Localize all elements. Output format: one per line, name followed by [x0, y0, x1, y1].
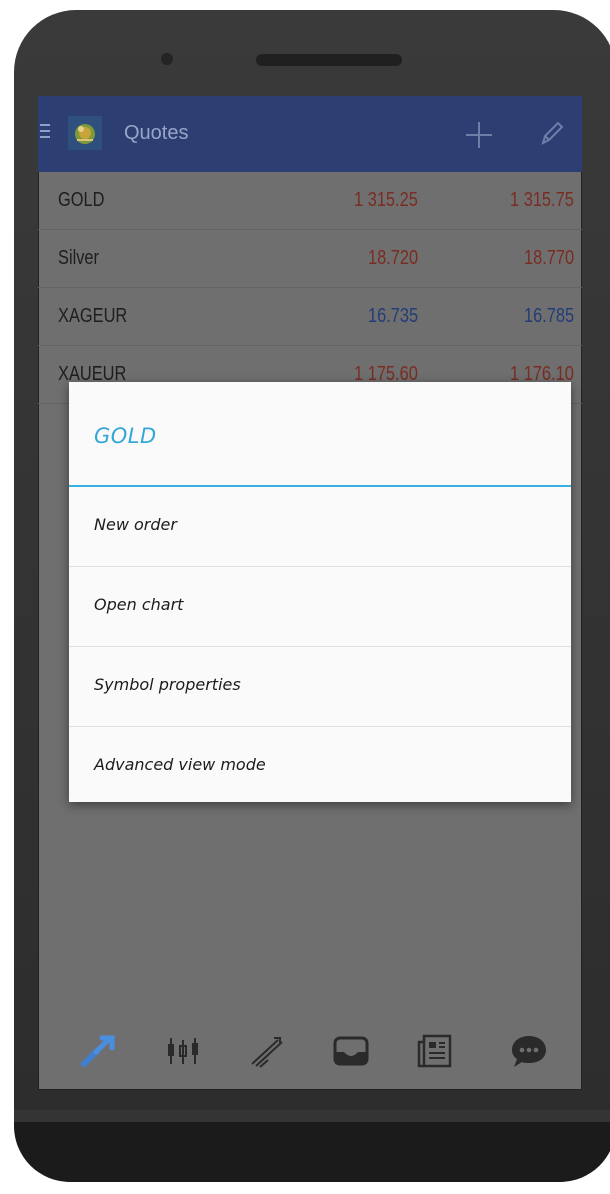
page-title: Quotes [124, 122, 189, 144]
quote-ask: 16.785 [523, 305, 574, 327]
edit-pencil-icon[interactable] [534, 116, 568, 150]
quote-ask: 1 315.75 [510, 189, 574, 211]
menu-item-label: Advanced view mode [94, 755, 266, 774]
menu-item-label: New order [94, 515, 177, 534]
quote-bid: 16.735 [367, 305, 418, 327]
dialog-title: GOLD [94, 424, 157, 448]
app-logo-icon[interactable] [68, 116, 102, 150]
chat-icon[interactable] [508, 1030, 550, 1072]
quote-bid: 1 315.25 [354, 189, 418, 211]
bottom-bezel [14, 1110, 610, 1122]
quote-symbol: GOLD [58, 189, 105, 211]
news-icon[interactable] [414, 1030, 456, 1072]
quote-row-silver[interactable]: Silver 18.720 18.770 [38, 230, 582, 288]
bottom-navigation [38, 1016, 582, 1090]
trade-icon[interactable] [246, 1030, 288, 1072]
quotes-list: GOLD 1 315.25 1 315.75 Silver 18.720 18.… [38, 172, 582, 404]
add-symbol-icon[interactable] [462, 118, 496, 152]
quote-bid: 18.720 [367, 247, 418, 269]
quote-symbol: Silver [58, 247, 100, 269]
quote-row-gold[interactable]: GOLD 1 315.25 1 315.75 [38, 172, 582, 230]
quote-ask: 18.770 [523, 247, 574, 269]
menu-item-label: Open chart [94, 595, 184, 614]
phone-chin [14, 1122, 610, 1182]
symbol-context-dialog: GOLD New order Open chart Symbol propert… [69, 382, 571, 802]
symbol-properties-menu-item[interactable]: Symbol properties [69, 647, 571, 727]
new-order-menu-item[interactable]: New order [69, 487, 571, 567]
hamburger-menu-icon[interactable] [40, 124, 50, 140]
quotes-icon[interactable] [78, 1030, 120, 1072]
quote-symbol: XAGEUR [58, 305, 128, 327]
earpiece-speaker [256, 54, 402, 66]
front-camera [161, 53, 173, 65]
menu-item-label: Symbol properties [94, 675, 241, 694]
app-bar: Quotes [38, 96, 582, 172]
history-icon[interactable] [330, 1030, 372, 1072]
quote-row-xageur[interactable]: XAGEUR 16.735 16.785 [38, 288, 582, 346]
open-chart-menu-item[interactable]: Open chart [69, 567, 571, 647]
chart-icon[interactable] [162, 1030, 204, 1072]
advanced-view-mode-menu-item[interactable]: Advanced view mode [69, 727, 571, 802]
